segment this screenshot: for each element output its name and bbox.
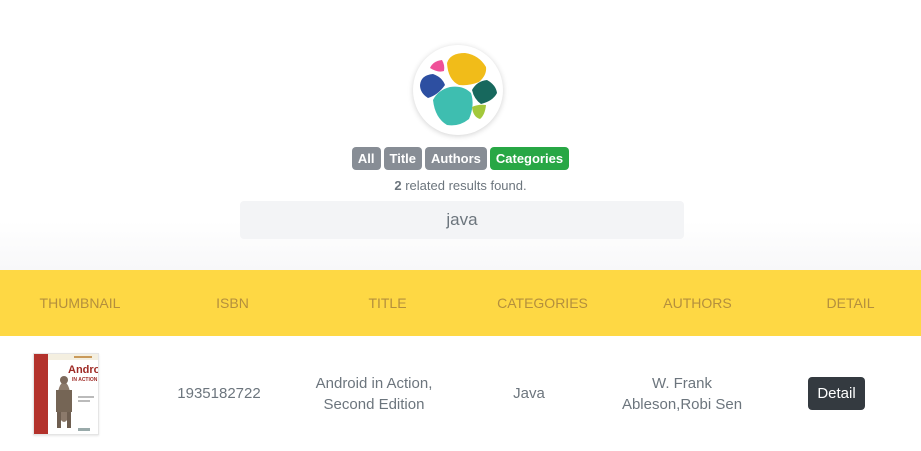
title-cell: Android in Action, Second Edition — [315, 374, 433, 413]
book-cover-thumbnail[interactable]: Android IN ACTION — [33, 352, 99, 435]
elastic-logo — [413, 45, 503, 135]
filter-categories-button[interactable]: Categories — [489, 147, 570, 170]
book-cover-title: Android — [68, 364, 98, 376]
categories-cell: Java — [513, 385, 545, 402]
thumbnail-cell: Android IN ACTION — [0, 336, 132, 451]
table-header: THUMBNAIL ISBN TITLE CATEGORIES AUTHORS … — [0, 270, 921, 336]
filter-authors-button[interactable]: Authors — [425, 147, 487, 170]
results-summary: 2 related results found. — [0, 178, 921, 193]
column-header-title: TITLE — [368, 295, 407, 311]
filter-title-button[interactable]: Title — [383, 147, 423, 170]
detail-cell: Detail — [780, 336, 893, 451]
column-header-isbn: ISBN — [216, 295, 249, 311]
filter-all-button[interactable]: All — [351, 147, 381, 170]
results-count: 2 — [394, 178, 402, 193]
detail-button[interactable]: Detail — [808, 377, 865, 410]
table-row: Android IN ACTION 1935182722 Android in … — [0, 336, 921, 451]
results-text: related results found. — [401, 178, 527, 193]
filter-group: All Title Authors Categories — [0, 147, 921, 170]
search-input[interactable] — [240, 201, 684, 239]
column-header-authors: AUTHORS — [663, 295, 732, 311]
column-header-detail: DETAIL — [826, 295, 875, 311]
isbn-cell: 1935182722 — [177, 385, 261, 402]
column-header-thumbnail: THUMBNAIL — [39, 295, 121, 311]
column-header-categories: CATEGORIES — [497, 295, 588, 311]
authors-cell: W. Frank Ableson,Robi Sen — [621, 374, 743, 413]
book-cover-subtitle: IN ACTION — [72, 377, 98, 383]
